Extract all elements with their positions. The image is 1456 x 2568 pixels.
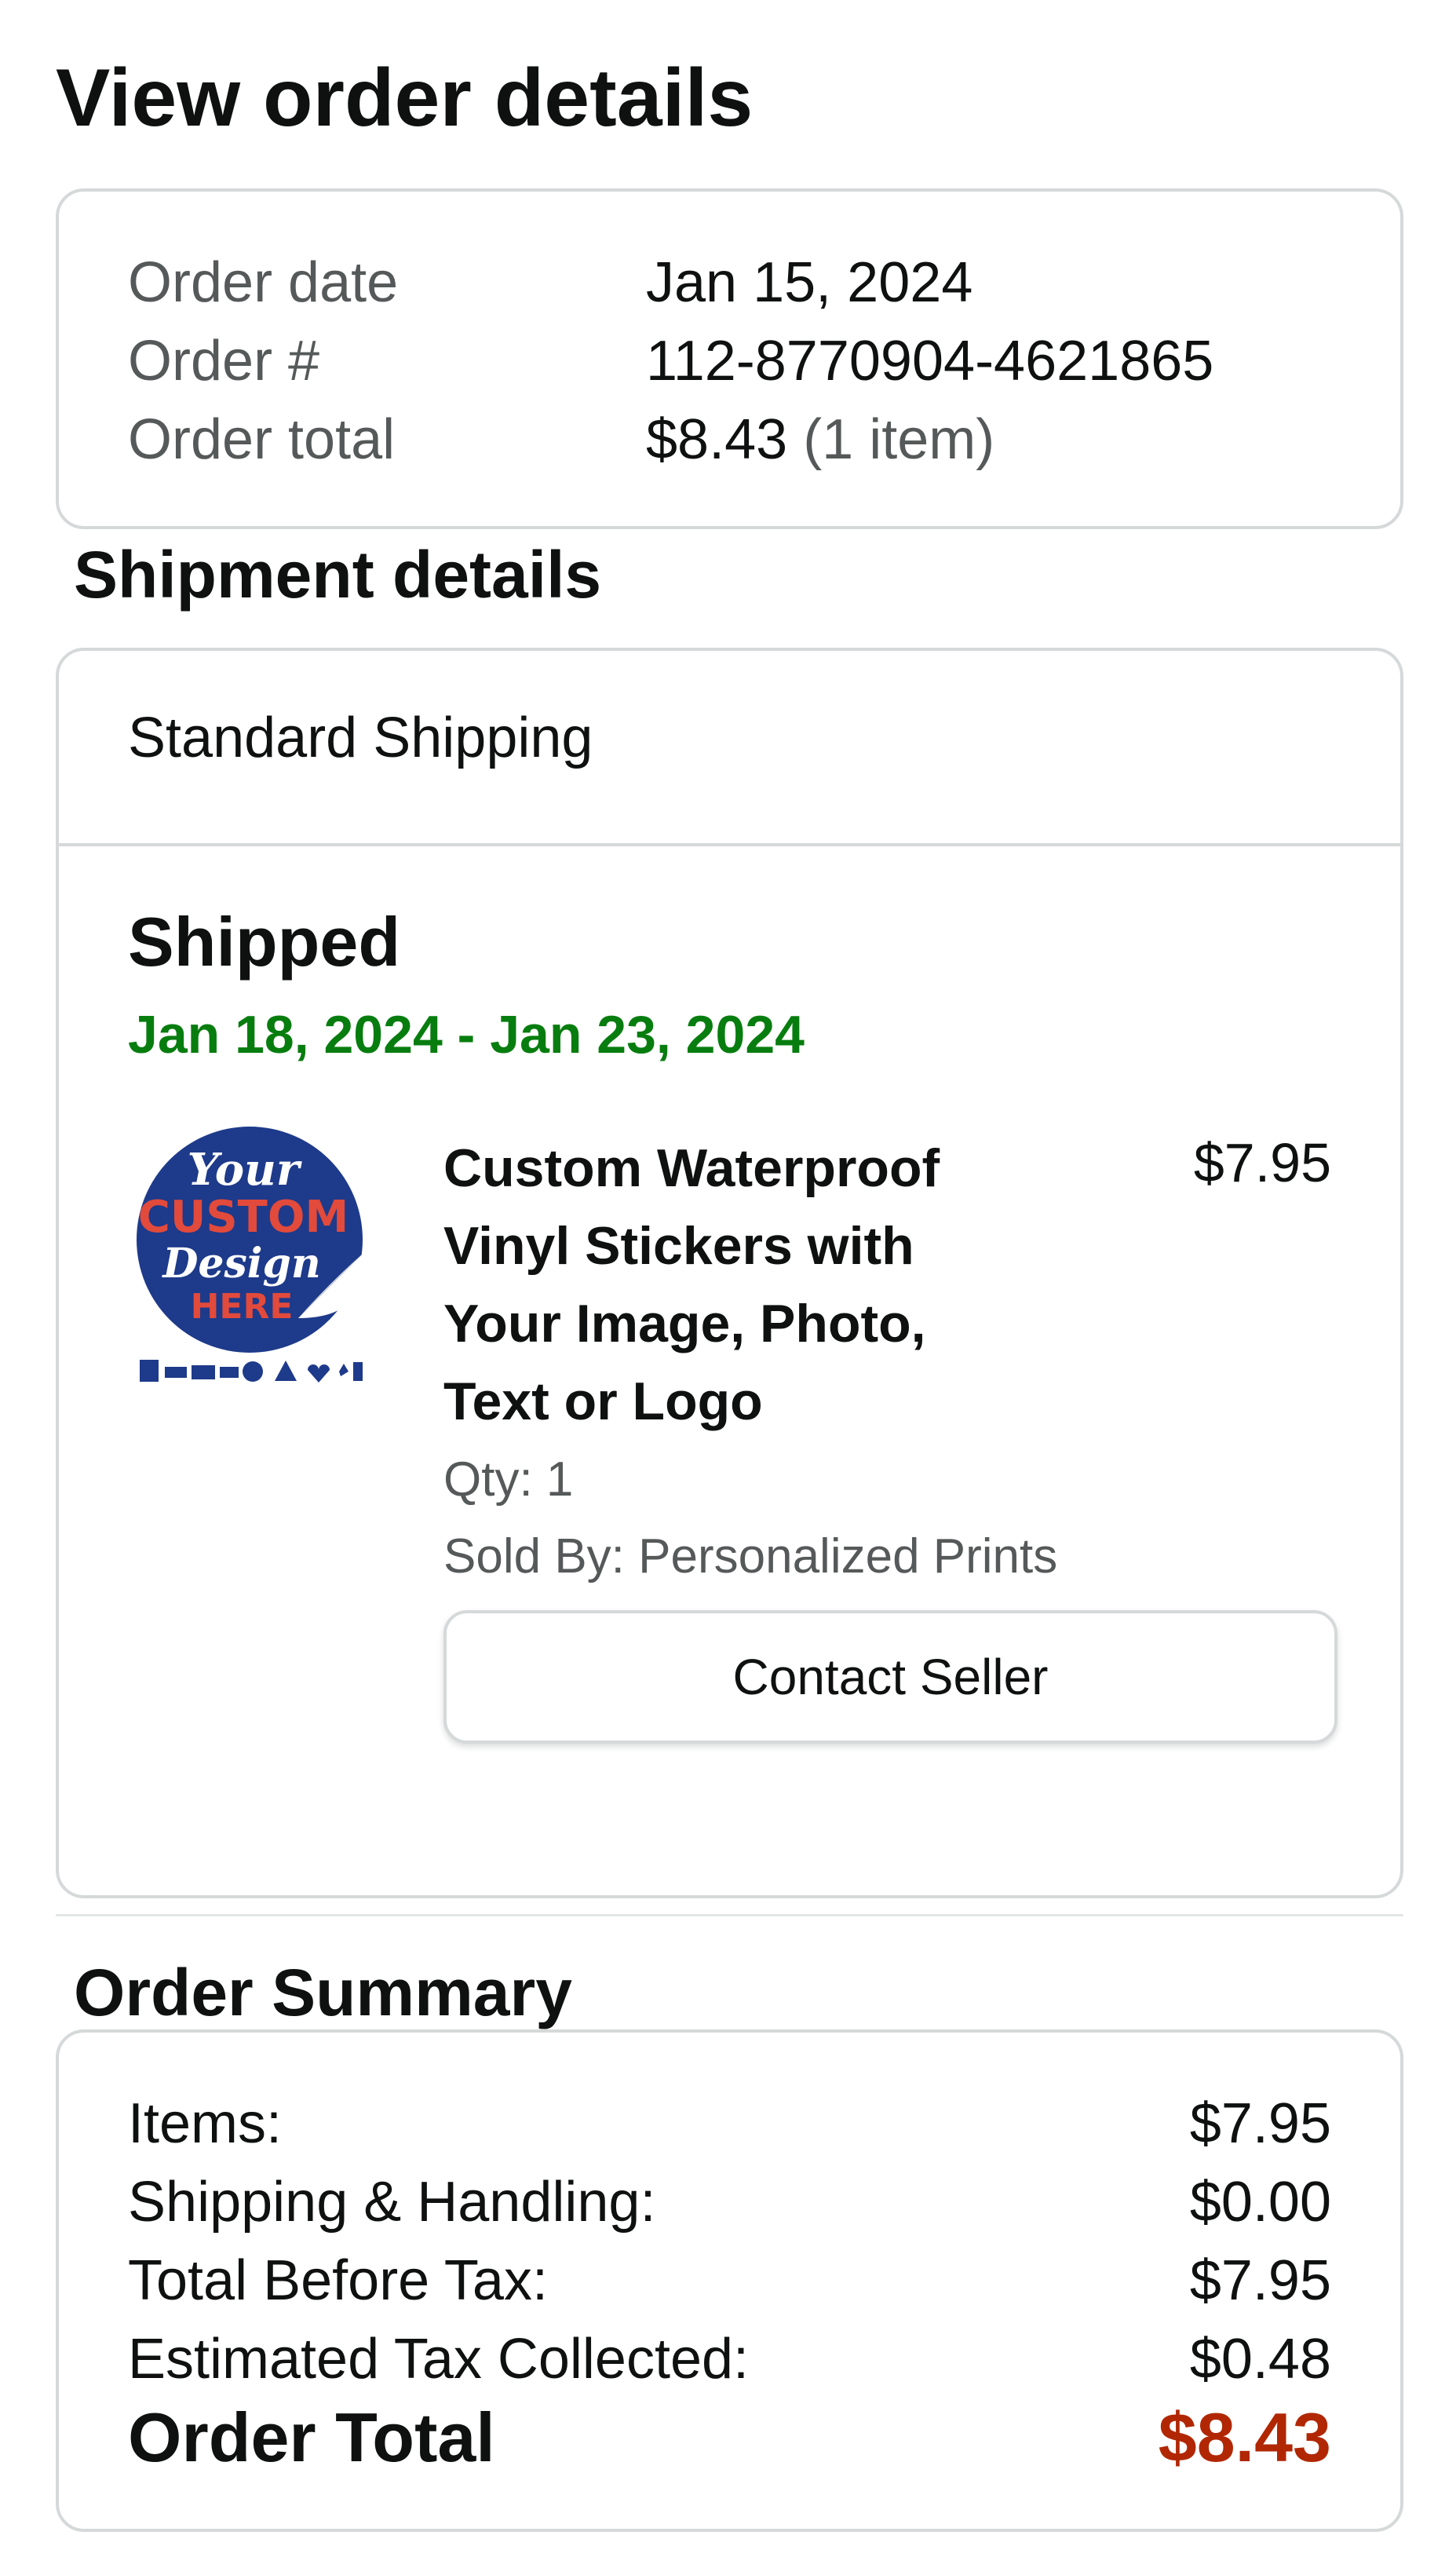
order-summary-card: Items: $7.95 Shipping & Handling: $0.00 … xyxy=(56,2029,1403,2532)
summary-label: Estimated Tax Collected: xyxy=(128,2328,750,2391)
summary-amount: $7.95 xyxy=(1189,2249,1331,2312)
shipment-card: Standard Shipping Shipped Jan 18, 2024 -… xyxy=(56,648,1403,1898)
product-seller: Sold By: Personalized Prints xyxy=(443,1529,1058,1584)
sticker-shapes-icon xyxy=(140,1360,363,1383)
summary-row-before-tax: Total Before Tax: $7.95 xyxy=(128,2248,1331,2313)
product-title-link[interactable]: Custom Waterproof Vinyl Stickers with Yo… xyxy=(443,1130,1040,1441)
product-quantity: Qty: 1 xyxy=(443,1452,574,1507)
product-image[interactable]: Your CUSTOM Design HERE xyxy=(133,1122,369,1389)
order-date-row: Order date Jan 15, 2024 xyxy=(128,250,972,315)
delivery-date-range: Jan 18, 2024 - Jan 23, 2024 xyxy=(128,1005,805,1065)
summary-label: Items: xyxy=(128,2092,283,2155)
summary-row-tax: Estimated Tax Collected: $0.48 xyxy=(128,2327,1331,2391)
summary-label: Total Before Tax: xyxy=(128,2249,548,2312)
summary-row-shipping: Shipping & Handling: $0.00 xyxy=(128,2170,1331,2234)
shipment-divider xyxy=(59,843,1400,846)
custom-sticker-image-icon: Your CUSTOM Design HERE xyxy=(137,1127,363,1383)
order-summary-heading: Order Summary xyxy=(74,1956,572,2029)
order-number-value: 112-8770904-4621865 xyxy=(646,330,1214,393)
summary-amount: $0.00 xyxy=(1189,2171,1331,2234)
sticker-text-here: HERE xyxy=(191,1287,294,1327)
order-number-row: Order # 112-8770904-4621865 xyxy=(128,329,1213,393)
product-price: $7.95 xyxy=(1193,1132,1331,1193)
shipment-status: Shipped xyxy=(128,903,401,981)
contact-seller-button[interactable]: Contact Seller xyxy=(443,1610,1337,1744)
order-info-card: Order date Jan 15, 2024 Order # 112-8770… xyxy=(56,188,1403,529)
sticker-text-custom: CUSTOM xyxy=(138,1192,348,1243)
sticker-text-your: Your xyxy=(188,1144,302,1196)
shipping-method: Standard Shipping xyxy=(128,707,593,769)
summary-row-items: Items: $7.95 xyxy=(128,2091,1331,2156)
summary-row-order-total: Order Total $8.43 xyxy=(128,2398,1331,2478)
order-date-label: Order date xyxy=(128,251,399,314)
sticker-text-design: Design xyxy=(161,1240,320,1288)
order-total-amount: $8.43 xyxy=(1158,2398,1331,2476)
order-total-label: Order Total xyxy=(128,2398,495,2476)
shipment-details-heading: Shipment details xyxy=(74,538,602,612)
order-total-label: Order total xyxy=(128,408,396,471)
summary-amount: $7.95 xyxy=(1189,2092,1331,2155)
order-date-value: Jan 15, 2024 xyxy=(646,251,973,314)
order-total-value: $8.43 xyxy=(646,408,788,471)
summary-label: Shipping & Handling: xyxy=(128,2171,656,2234)
order-total-row: Order total $8.43 (1 item) xyxy=(128,407,994,472)
page-title: View order details xyxy=(56,53,754,144)
summary-amount: $0.48 xyxy=(1189,2328,1331,2391)
order-number-label: Order # xyxy=(128,330,320,393)
section-divider xyxy=(56,1914,1403,1916)
order-item-count: (1 item) xyxy=(803,408,995,471)
order-total-value-wrap: $8.43 (1 item) xyxy=(646,407,994,472)
